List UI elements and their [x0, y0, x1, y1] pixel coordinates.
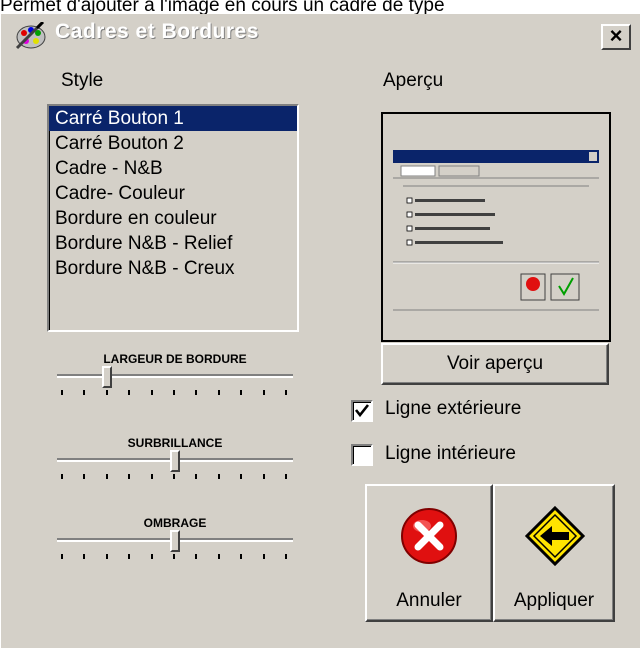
slider-tick [83, 554, 86, 559]
slider-tick [240, 474, 243, 479]
list-item[interactable]: Bordure en couleur [49, 206, 297, 231]
slider-tick [217, 554, 220, 559]
apply-button[interactable]: Appliquer [493, 484, 615, 622]
slider-track[interactable] [57, 374, 293, 378]
slider-tick [128, 390, 131, 395]
preview-pane [381, 112, 611, 342]
cancel-label: Annuler [396, 590, 462, 611]
slider-tick [195, 474, 198, 479]
style-label: Style [61, 70, 104, 91]
slider-tick [150, 554, 153, 559]
slider-tick [240, 554, 243, 559]
dialog-title: Cadres et Bordures [55, 20, 259, 43]
slider-thumb[interactable] [170, 530, 180, 552]
slider-thumb[interactable] [102, 366, 113, 388]
inner-line-checkbox[interactable] [351, 444, 373, 466]
list-item[interactable]: Bordure N&B - Creux [49, 256, 297, 281]
slider-tick [150, 390, 153, 395]
slider-tick [105, 554, 108, 559]
list-item[interactable]: Cadre - N&B [49, 156, 297, 181]
slider-tick [262, 554, 265, 559]
slider-tick [285, 474, 287, 479]
slider-tick [83, 390, 86, 395]
slider-tick [240, 390, 243, 395]
cancel-button[interactable]: Annuler [365, 484, 493, 622]
slider-tick [217, 390, 220, 395]
arrow-left-icon [525, 506, 585, 566]
slider-label: LARGEUR DE BORDURE [103, 352, 247, 366]
cancel-icon [401, 508, 457, 564]
slider-tick [61, 390, 63, 395]
slider-tick [217, 474, 220, 479]
slider-tick [285, 554, 287, 559]
inner-line-label[interactable]: Ligne intérieure [385, 443, 516, 465]
close-button[interactable]: × [601, 24, 631, 50]
preview-button[interactable]: Voir aperçu [381, 343, 609, 385]
slider-label: OMBRAGE [143, 516, 207, 530]
slider-tick [173, 390, 175, 395]
slider-tick [128, 554, 131, 559]
slider-tick [173, 554, 175, 559]
slider-tick [128, 474, 131, 479]
slider-tick [173, 474, 175, 479]
slider-tick [105, 474, 108, 479]
slider-tick [61, 474, 63, 479]
slider-label: SURBRILLANCE [127, 436, 223, 450]
list-item[interactable]: Bordure N&B - Relief [49, 231, 297, 256]
palette-icon [15, 22, 46, 50]
preview-label: Aperçu [383, 70, 444, 91]
apply-label: Appliquer [513, 590, 595, 611]
slider-tick [195, 554, 198, 559]
list-item[interactable]: Carré Bouton 1 [49, 106, 297, 131]
slider-tick [105, 390, 108, 395]
preview-thumbnail [383, 114, 609, 340]
title-bar: Cadres et Bordures × [1, 14, 640, 54]
style-listbox[interactable]: Carré Bouton 1 Carré Bouton 2 Cadre - N&B C… [47, 104, 299, 332]
slider-tick [262, 474, 265, 479]
outer-line-label[interactable]: Ligne extérieure [385, 398, 521, 420]
slider-tick [285, 390, 287, 395]
check-mark-icon [354, 404, 370, 418]
list-item[interactable]: Cadre- Couleur [49, 181, 297, 206]
dialog-window: Cadres et Bordures × Style Carré Bouton … [0, 14, 640, 648]
slider-tick [83, 474, 86, 479]
slider-tick [262, 390, 265, 395]
slider-tick [150, 474, 153, 479]
slider-tick [61, 554, 63, 559]
outer-line-checkbox[interactable] [351, 400, 373, 422]
slider-tick [195, 390, 198, 395]
list-item[interactable]: Carré Bouton 2 [49, 131, 297, 156]
slider-thumb[interactable] [170, 450, 180, 472]
